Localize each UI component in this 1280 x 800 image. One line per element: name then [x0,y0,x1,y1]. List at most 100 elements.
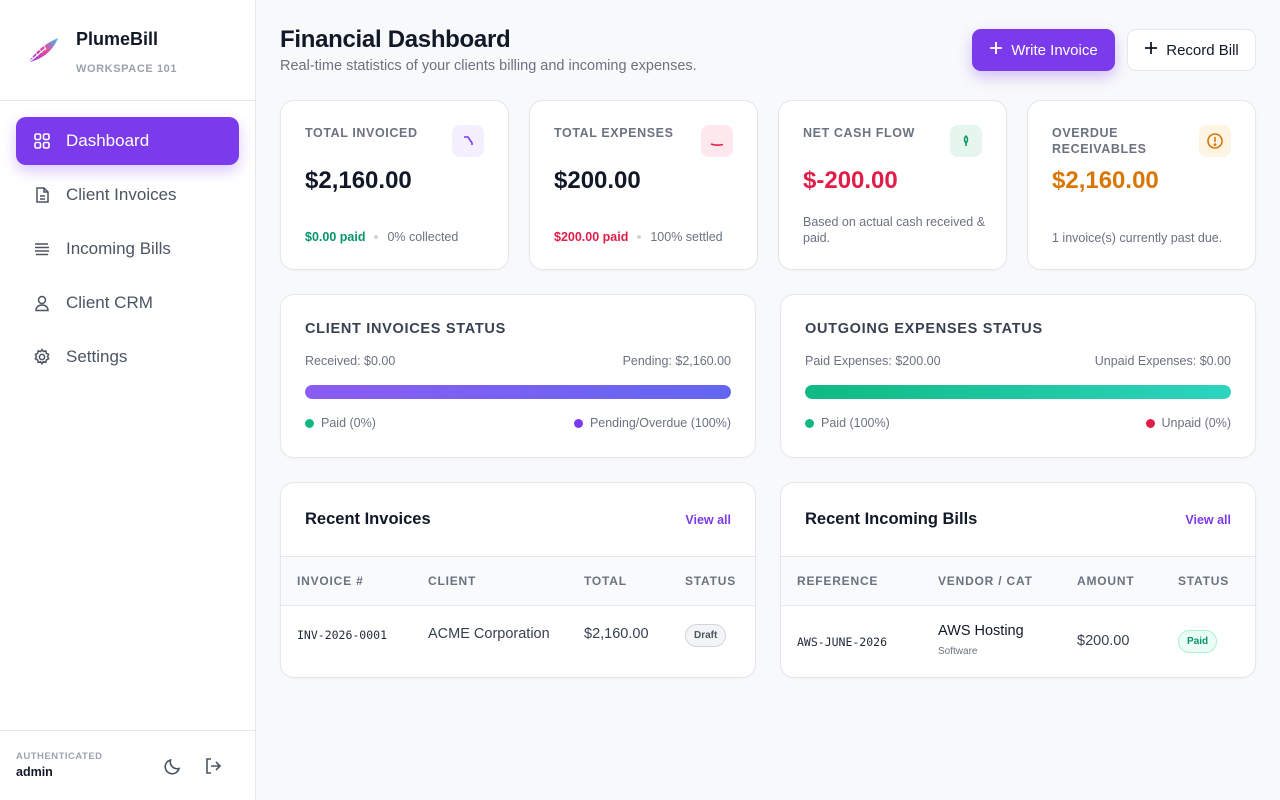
recent-bills-title: Recent Incoming Bills [805,510,978,528]
expense-progress-bar [805,385,1231,399]
stat-label: NET CASH FLOW [803,126,915,140]
table-row[interactable]: INV-2026-0001 ACME Corporation $2,160.00… [281,606,755,677]
bill-reference: AWS-JUNE-2026 [797,635,888,649]
stat-note: 1 invoice(s) currently past due. [1052,231,1223,245]
table-row[interactable]: AWS-JUNE-2026 AWS Hosting Software $200.… [781,606,1255,677]
status-badge: Paid [1178,630,1218,653]
sidebar-item-label: Client CRM [66,293,153,312]
legend-paid-label: Paid (0%) [321,416,376,430]
legend-unpaid: Unpaid (0%) [1145,416,1231,430]
expense-paid-fill [805,385,1231,399]
column-header: AMOUNT [1077,574,1135,588]
view-all-bills-link[interactable]: View all [1185,513,1231,527]
sidebar-item-settings[interactable]: Settings [16,333,239,381]
page-title: Financial Dashboard [280,26,511,53]
stat-paid: $0.00 paid [305,230,366,244]
workspace-label: WORKSPACE 101 [76,63,178,75]
legend-pending: Pending/Overdue (100%) [573,416,731,430]
sidebar: PlumeBill WORKSPACE 101 Dashboard Client… [0,0,256,800]
stat-label: TOTAL INVOICED [305,126,418,140]
vendor-category: Software [938,646,978,657]
legend-paid-label: Paid (100%) [821,416,890,430]
document-icon [32,185,52,205]
client-name: ACME Corporation [428,626,550,642]
sidebar-item-label: Client Invoices [66,185,177,204]
status-title: OUTGOING EXPENSES STATUS [805,321,1043,337]
arc-icon [701,125,733,157]
sidebar-item-label: Dashboard [66,131,150,150]
feather-logo-icon [24,30,64,70]
outgoing-expenses-status-card: OUTGOING EXPENSES STATUS Paid Expenses: … [780,294,1256,458]
legend-paid: Paid (100%) [805,416,890,430]
recent-bills-card: Recent Incoming Bills View all REFERENCE… [780,482,1256,678]
green-dot-icon [805,418,814,428]
page-subtitle: Real-time statistics of your clients bil… [280,58,697,74]
sidebar-item-client-crm[interactable]: Client CRM [16,279,239,327]
stat-value: $-200.00 [803,167,898,194]
column-header: TOTAL [584,574,627,588]
plus-icon [989,41,1003,59]
stat-footer: $200.00 paid 100% settled [554,230,723,244]
legend-pending-label: Pending/Overdue (100%) [589,416,731,430]
status-badge: Draft [685,624,727,647]
invoice-pending-fill [305,385,731,399]
sidebar-item-dashboard[interactable]: Dashboard [16,117,239,165]
purple-dot-icon [573,418,583,428]
main-content: Financial Dashboard Real-time statistics… [256,0,1280,800]
sidebar-nav: Dashboard Client Invoices Incoming Bills… [0,101,255,381]
stat-note: Based on actual cash received & paid. [803,215,986,245]
write-invoice-button[interactable]: Write Invoice [972,29,1115,71]
paid-expenses-amount: Paid Expenses: $200.00 [805,354,941,368]
pending-amount: Pending: $2,160.00 [622,354,731,368]
record-bill-label: Record Bill [1166,41,1239,59]
stat-label: TOTAL EXPENSES [554,126,674,140]
green-dot-icon [305,418,314,428]
stat-card-net-cash-flow: NET CASH FLOW $-200.00 Based on actual c… [778,100,1007,270]
alert-circle-icon [1199,125,1231,157]
column-header: CLIENT [428,574,477,588]
view-all-invoices-link[interactable]: View all [685,513,731,527]
stat-value: $2,160.00 [1052,167,1159,194]
red-dot-icon [1145,418,1155,428]
invoice-total: $2,160.00 [584,626,649,642]
column-header: STATUS [685,574,737,588]
table-header: INVOICE # CLIENT TOTAL STATUS [281,557,755,606]
record-bill-button[interactable]: Record Bill [1127,29,1256,71]
stat-card-total-expenses: TOTAL EXPENSES $200.00 $200.00 paid 100%… [529,100,758,270]
stat-card-overdue-receivables: OVERDUE RECEIVABLES $2,160.00 1 invoice(… [1027,100,1256,270]
separator-dot [637,235,642,239]
logout-icon[interactable] [202,755,224,777]
stat-percent: 0% collected [387,230,459,244]
auth-label: AUTHENTICATED [16,751,103,762]
legend-paid: Paid (0%) [305,416,376,430]
stat-label: OVERDUE RECEIVABLES [1052,126,1147,156]
user-icon [32,293,52,313]
column-header: VENDOR / CAT [938,574,1033,588]
table-header: REFERENCE VENDOR / CAT AMOUNT STATUS [781,557,1255,606]
unpaid-expenses-amount: Unpaid Expenses: $0.00 [1094,354,1231,368]
moon-icon[interactable] [162,755,184,777]
column-header: REFERENCE [797,574,879,588]
gear-icon [32,347,52,367]
brand: PlumeBill WORKSPACE 101 [0,0,255,101]
grid-icon [32,131,52,151]
leaf-icon [950,125,982,157]
status-title: CLIENT INVOICES STATUS [305,321,506,337]
invoice-progress-bar [305,385,731,399]
stat-footer: $0.00 paid 0% collected [305,230,458,244]
brand-name: PlumeBill [76,29,159,49]
sidebar-footer: AUTHENTICATED admin [0,730,256,800]
sidebar-item-incoming-bills[interactable]: Incoming Bills [16,225,239,273]
client-invoices-status-card: CLIENT INVOICES STATUS Received: $0.00 P… [280,294,756,458]
stat-value: $200.00 [554,167,641,194]
trend-down-icon [452,125,484,157]
sidebar-item-client-invoices[interactable]: Client Invoices [16,171,239,219]
sidebar-item-label: Settings [66,347,128,366]
legend-unpaid-label: Unpaid (0%) [1161,416,1231,430]
username: admin [16,765,53,779]
stat-value: $2,160.00 [305,167,412,194]
bill-amount: $200.00 [1077,633,1130,649]
received-amount: Received: $0.00 [305,354,396,368]
plus-icon [1144,41,1158,59]
stat-percent: 100% settled [650,230,723,244]
